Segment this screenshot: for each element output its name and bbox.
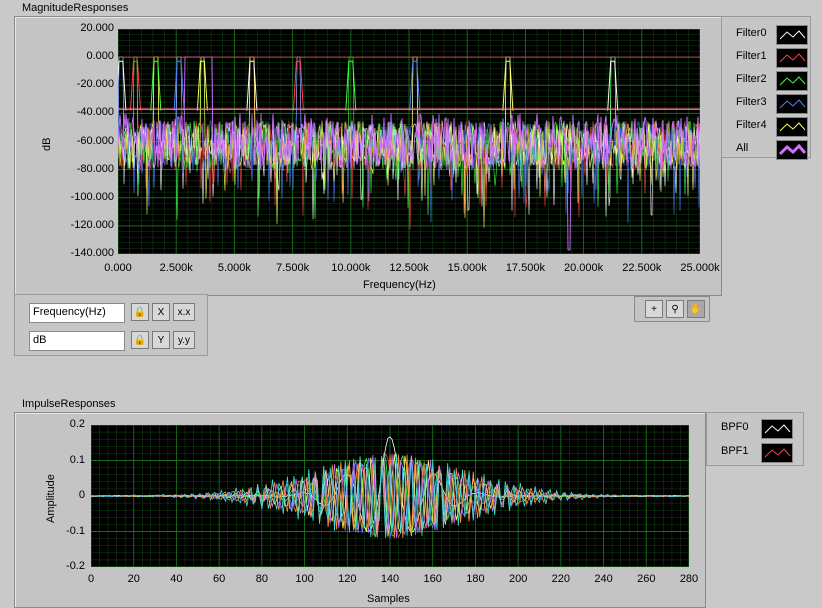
magnitude-plot-area[interactable] bbox=[118, 29, 700, 254]
impulse-y-tick: -0.2 bbox=[66, 560, 85, 572]
magnitude-y-tick: -60.000 bbox=[76, 134, 114, 147]
legend-label: Filter1 bbox=[736, 50, 767, 62]
impulse-plot-area[interactable] bbox=[91, 425, 689, 567]
magnitude-y-tick: -100.000 bbox=[70, 190, 114, 203]
zoom-icon[interactable]: ⚲ bbox=[666, 300, 684, 318]
legend-label: BPF0 bbox=[721, 421, 749, 433]
pan-hand-icon[interactable]: ✋ bbox=[687, 300, 705, 318]
magnitude-y-tick: 20.000 bbox=[80, 22, 114, 34]
magnitude-y-tick: -20.000 bbox=[76, 78, 114, 91]
autoscale-y-icon[interactable]: Y bbox=[152, 331, 170, 349]
magnitude-x-tick: 5.000k bbox=[217, 262, 251, 274]
magnitude-x-tick: 2.500k bbox=[159, 262, 193, 274]
cursor-icon[interactable]: + bbox=[645, 300, 663, 318]
magnitude-band-lobe bbox=[246, 60, 258, 111]
legend-item-all[interactable]: All bbox=[722, 138, 810, 160]
impulse-y-tick: 0 bbox=[78, 489, 85, 501]
magnitude-y-tick: -140.000 bbox=[70, 247, 114, 259]
magnitude-y-tick: -120.000 bbox=[70, 218, 114, 231]
magnitude-band-lobe bbox=[150, 60, 162, 111]
magnitude-x-tick: 0.000 bbox=[104, 262, 132, 274]
magnitude-band-lobe bbox=[502, 60, 514, 111]
format-x-icon[interactable]: x.x bbox=[173, 303, 195, 321]
legend-item-filter2[interactable]: Filter2 bbox=[722, 69, 810, 91]
legend-swatch bbox=[776, 48, 808, 68]
magnitude-x-tick: 20.000k bbox=[564, 262, 604, 274]
x-scale-name-field[interactable]: Frequency(Hz) bbox=[29, 303, 125, 323]
legend-item-filter0[interactable]: Filter0 bbox=[722, 23, 810, 45]
impulse-plot-svg bbox=[91, 425, 689, 567]
magnitude-x-tick: 15.000k bbox=[447, 262, 487, 274]
impulse-graph-title: ImpulseResponses bbox=[22, 398, 116, 410]
legend-label: Filter0 bbox=[736, 27, 767, 39]
scale-legend-panel[interactable]: Frequency(Hz) 🔒 X x.x dB 🔒 Y y.y bbox=[14, 294, 208, 356]
magnitude-y-axis-label: dB bbox=[41, 137, 53, 151]
impulse-x-tick: 280 bbox=[679, 573, 699, 585]
legend-label: Filter4 bbox=[736, 119, 767, 131]
legend-item-bpf0[interactable]: BPF0 bbox=[707, 417, 803, 439]
impulse-graph-panel[interactable]: Amplitude Samples 0.2 0.1 0 -0.1 -0.2 0 20 40 60… bbox=[14, 412, 706, 608]
impulse-legend[interactable]: BPF0 BPF1 bbox=[706, 412, 804, 466]
legend-swatch bbox=[761, 443, 793, 463]
magnitude-graph-panel[interactable]: dB Frequency(Hz) 20.000 0.000 -20.000 -40.0… bbox=[14, 16, 722, 296]
magnitude-x-tick: 22.500k bbox=[622, 262, 662, 274]
legend-item-bpf1[interactable]: BPF1 bbox=[707, 441, 803, 463]
magnitude-x-tick: 10.000k bbox=[331, 262, 371, 274]
legend-item-filter3[interactable]: Filter3 bbox=[722, 92, 810, 114]
legend-item-filter1[interactable]: Filter1 bbox=[722, 46, 810, 68]
magnitude-plot-svg bbox=[118, 29, 700, 254]
magnitude-band-lobe bbox=[130, 60, 141, 111]
legend-label: All bbox=[736, 142, 749, 154]
legend-swatch bbox=[776, 94, 808, 114]
magnitude-band-lobe bbox=[409, 60, 421, 111]
magnitude-y-tick: -40.000 bbox=[76, 106, 114, 119]
lock-icon[interactable]: 🔒 bbox=[131, 331, 149, 349]
format-y-icon[interactable]: y.y bbox=[173, 331, 195, 349]
legend-swatch bbox=[761, 419, 793, 439]
legend-swatch bbox=[776, 71, 808, 91]
impulse-y-tick: 0.2 bbox=[69, 418, 85, 430]
autoscale-x-icon[interactable]: X bbox=[152, 303, 170, 321]
legend-swatch bbox=[776, 140, 808, 160]
legend-item-filter4[interactable]: Filter4 bbox=[722, 115, 810, 137]
magnitude-y-tick: -80.000 bbox=[76, 162, 114, 175]
magnitude-band-lobe bbox=[118, 60, 127, 111]
magnitude-graph-title: MagnitudeResponses bbox=[22, 2, 129, 14]
magnitude-band-lobe bbox=[196, 60, 208, 111]
magnitude-x-tick: 12.500k bbox=[389, 262, 429, 274]
magnitude-legend[interactable]: Filter0 Filter1 Filter2 Filter3 Filter4 All bbox=[721, 16, 811, 160]
legend-label: BPF1 bbox=[721, 445, 749, 457]
magnitude-band-lobe bbox=[292, 60, 304, 111]
magnitude-band-lobe bbox=[173, 60, 185, 111]
impulse-y-tick: -0.1 bbox=[66, 524, 85, 537]
magnitude-x-tick: 17.500k bbox=[505, 262, 545, 274]
legend-label: Filter3 bbox=[736, 96, 767, 108]
magnitude-x-tick: 25.000k bbox=[680, 262, 720, 274]
magnitude-x-axis-label: Frequency(Hz) bbox=[363, 279, 436, 291]
lock-icon[interactable]: 🔒 bbox=[131, 303, 149, 321]
impulse-y-tick: 0.1 bbox=[69, 453, 85, 466]
magnitude-y-tick: 0.000 bbox=[86, 50, 114, 63]
legend-swatch bbox=[776, 25, 808, 45]
legend-label: Filter2 bbox=[736, 73, 767, 85]
legend-swatch bbox=[776, 117, 808, 137]
magnitude-band-lobe bbox=[607, 60, 619, 111]
impulse-x-axis-label: Samples bbox=[367, 593, 410, 605]
y-scale-name-field[interactable]: dB bbox=[29, 331, 125, 351]
graph-palette[interactable]: + ⚲ ✋ bbox=[634, 296, 710, 322]
magnitude-x-tick: 7.500k bbox=[276, 262, 310, 274]
